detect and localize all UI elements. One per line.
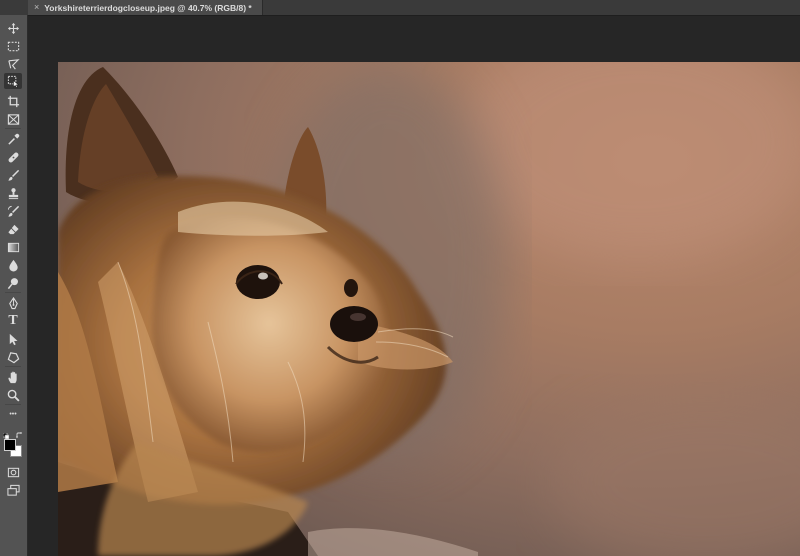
- document-tab-bar: × Yorkshireterrierdogcloseup.jpeg @ 40.7…: [0, 0, 800, 16]
- swap-colors-icon[interactable]: [16, 426, 23, 439]
- arrow-icon: [9, 333, 17, 345]
- history-brush-icon: [7, 205, 19, 217]
- quick-mask-button[interactable]: [4, 464, 22, 480]
- zoom-tool[interactable]: [4, 387, 22, 403]
- zoom-icon: [7, 389, 20, 402]
- foreground-color-swatch[interactable]: [4, 439, 16, 451]
- lasso-icon: [7, 58, 20, 69]
- tools-panel: T •••: [0, 15, 28, 556]
- eyedropper-icon: [7, 133, 19, 145]
- document-title: Yorkshireterrierdogcloseup.jpeg @ 40.7% …: [44, 2, 252, 13]
- blur-tool[interactable]: [4, 257, 22, 273]
- screen-mode-button[interactable]: [4, 482, 22, 498]
- document-canvas-image[interactable]: [58, 62, 800, 556]
- object-selection-icon: [7, 75, 19, 88]
- bandage-icon: [8, 152, 18, 162]
- document-tab[interactable]: × Yorkshireterrierdogcloseup.jpeg @ 40.7…: [28, 0, 263, 15]
- default-colors-icon[interactable]: [2, 426, 10, 440]
- quick-mask-icon: [7, 467, 19, 477]
- frame-tool[interactable]: [4, 111, 22, 127]
- shape-icon: [7, 351, 19, 363]
- move-icon: [7, 22, 19, 34]
- brush-icon: [7, 169, 19, 181]
- gradient-tool[interactable]: [4, 239, 22, 255]
- crop-tool[interactable]: [4, 93, 22, 109]
- eraser-tool[interactable]: [4, 221, 22, 237]
- droplet-icon: [8, 259, 18, 272]
- move-tool[interactable]: [4, 20, 22, 36]
- gradient-icon: [7, 242, 19, 252]
- type-tool[interactable]: T: [4, 313, 22, 329]
- screen-mode-icon: [6, 484, 20, 496]
- edit-toolbar-button[interactable]: •••: [4, 407, 22, 423]
- stamp-icon: [8, 187, 18, 199]
- hand-tool[interactable]: [4, 369, 22, 385]
- history-brush-tool[interactable]: [4, 203, 22, 219]
- dodge-tool[interactable]: [4, 275, 22, 291]
- object-selection-tool[interactable]: [4, 73, 22, 89]
- clone-stamp-tool[interactable]: [4, 185, 22, 201]
- healing-brush-tool[interactable]: [4, 149, 22, 165]
- frame-icon: [7, 113, 19, 125]
- dodge-icon: [7, 277, 18, 289]
- hand-icon: [7, 371, 17, 383]
- shape-tool[interactable]: [4, 349, 22, 365]
- ellipsis-icon: •••: [9, 411, 17, 418]
- type-icon: T: [8, 313, 18, 328]
- brush-tool[interactable]: [4, 167, 22, 183]
- marquee-icon: [7, 41, 19, 51]
- yorkshire-terrier-photo: [58, 62, 800, 556]
- lasso-tool[interactable]: [4, 56, 22, 72]
- eyedropper-tool[interactable]: [4, 131, 22, 147]
- path-selection-tool[interactable]: [4, 331, 22, 347]
- pen-tool[interactable]: [4, 295, 22, 311]
- eraser-icon: [7, 224, 19, 234]
- marquee-tool[interactable]: [4, 38, 22, 54]
- close-icon[interactable]: ×: [34, 0, 39, 15]
- pen-icon: [8, 296, 18, 309]
- crop-icon: [7, 95, 19, 107]
